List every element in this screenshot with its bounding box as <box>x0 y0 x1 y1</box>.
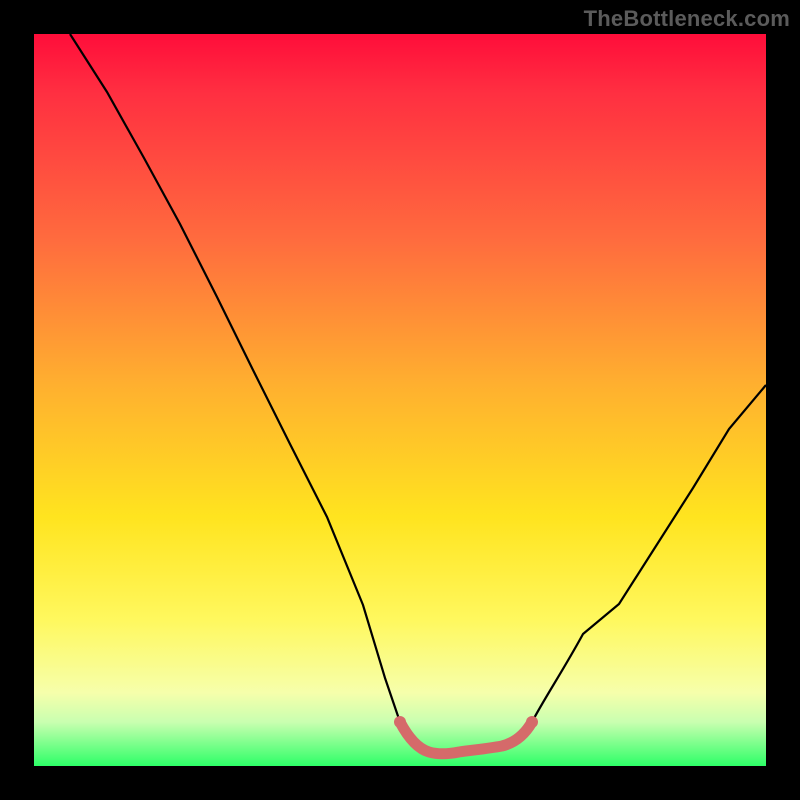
optimal-band-path <box>400 722 532 754</box>
plot-area <box>34 34 766 766</box>
chart-svg <box>34 34 766 766</box>
optimal-band-start-dot <box>394 716 406 728</box>
bottleneck-curve-path <box>70 34 766 754</box>
optimal-band-end-dot <box>526 716 538 728</box>
watermark-text: TheBottleneck.com <box>584 6 790 32</box>
chart-frame: TheBottleneck.com <box>0 0 800 800</box>
